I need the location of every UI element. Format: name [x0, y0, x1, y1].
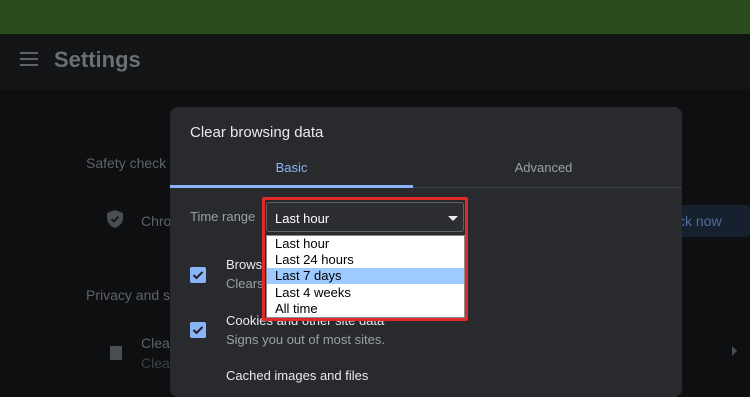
cookies-checkbox[interactable] — [190, 322, 206, 338]
checkmark-icon — [192, 326, 204, 335]
browsing-history-subtitle: Clears — [226, 276, 264, 291]
check-now-button[interactable]: ck now — [672, 205, 750, 237]
time-range-label: Time range — [190, 209, 256, 224]
tab-basic[interactable]: Basic — [170, 160, 413, 175]
cookies-subtitle: Signs you out of most sites. — [226, 332, 385, 347]
annotation-highlight-box — [262, 197, 468, 321]
tab-advanced[interactable]: Advanced — [422, 160, 665, 175]
privacy-title: Privacy and s — [86, 287, 171, 303]
cached-images-title: Cached images and files — [226, 368, 369, 383]
dialog-title: Clear browsing data — [190, 124, 324, 141]
active-tab-indicator — [170, 185, 413, 188]
menu-icon[interactable] — [20, 52, 38, 66]
shield-icon — [107, 210, 123, 228]
safety-row-text: Chro — [141, 213, 172, 229]
browsing-history-checkbox[interactable] — [190, 267, 206, 283]
trash-icon — [110, 346, 122, 360]
safety-check-title: Safety check — [86, 155, 167, 171]
checkmark-icon — [192, 271, 204, 280]
top-banner — [0, 0, 750, 35]
chevron-right-icon — [732, 346, 737, 356]
browsing-history-title: Brows — [226, 257, 263, 272]
page-title: Settings — [54, 47, 141, 72]
clear-row-sub: Clea — [141, 355, 170, 371]
